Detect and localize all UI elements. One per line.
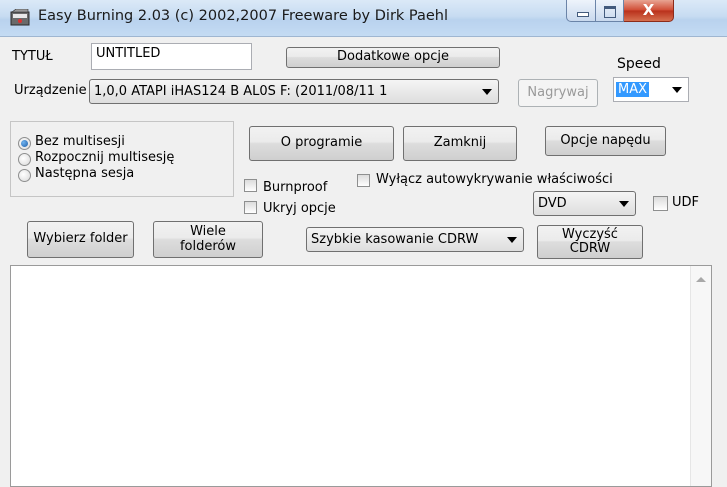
close-window-button[interactable]: X — [624, 0, 674, 22]
udf-label: UDF — [672, 195, 700, 210]
device-label: Urządzenie — [14, 83, 87, 98]
erase-cdrw-button[interactable]: Wyczyść CDRW — [537, 225, 643, 259]
device-selected: 1,0,0 ATAPI iHAS124 B AL0S F: (2011/08/1… — [94, 84, 388, 99]
about-button[interactable]: O programie — [249, 126, 394, 161]
radio-start-multisession-label: Rozpocznij multisesję — [35, 150, 175, 165]
title-label: TYTUŁ — [12, 49, 53, 64]
maximize-button[interactable] — [596, 0, 624, 22]
title-input[interactable]: UNTITLED — [91, 43, 252, 70]
vertical-scrollbar[interactable] — [690, 266, 711, 486]
main-panel: TYTUŁ UNTITLED Dodatkowe opcje Speed Urz… — [0, 37, 727, 487]
udf-checkbox[interactable] — [653, 196, 668, 211]
erase-mode-selected: Szybkie kasowanie CDRW — [311, 232, 479, 247]
radio-start-multisession[interactable] — [18, 153, 31, 166]
minimize-button[interactable] — [566, 0, 596, 22]
close-icon: X — [642, 1, 655, 19]
extra-options-button[interactable]: Dodatkowe opcje — [286, 47, 500, 68]
hide-options-checkbox[interactable] — [244, 201, 257, 214]
burn-button[interactable]: Nagrywaj — [518, 79, 598, 107]
choose-folder-button[interactable]: Wybierz folder — [27, 221, 134, 258]
speed-selected: MAX — [616, 82, 650, 97]
chevron-down-icon — [482, 88, 492, 95]
chevron-down-icon — [507, 236, 517, 243]
burnproof-label: Burnproof — [263, 180, 328, 195]
many-folders-button[interactable]: Wiele folderów — [153, 221, 263, 258]
radio-next-session[interactable] — [18, 169, 31, 182]
radio-no-multisession-label: Bez multisesji — [35, 134, 125, 149]
title-bar[interactable]: Easy Burning 2.03 (c) 2002,2007 Freeware… — [0, 0, 727, 37]
hide-options-label: Ukryj opcje — [263, 201, 336, 216]
media-dropdown[interactable]: DVD — [533, 191, 636, 216]
chevron-down-icon — [672, 86, 682, 93]
radio-no-multisession[interactable] — [18, 137, 31, 150]
scroll-up-icon[interactable] — [696, 277, 706, 282]
disable-autodetect-label: Wyłącz autowykrywanie właściwości — [376, 172, 613, 187]
radio-next-session-label: Następna sesja — [35, 166, 135, 181]
app-icon — [10, 9, 30, 26]
close-app-button[interactable]: Zamknij — [403, 126, 517, 161]
media-selected: DVD — [538, 196, 567, 211]
device-dropdown[interactable]: 1,0,0 ATAPI iHAS124 B AL0S F: (2011/08/1… — [89, 79, 499, 104]
speed-dropdown[interactable]: MAX — [613, 77, 689, 102]
window-title: Easy Burning 2.03 (c) 2002,2007 Freeware… — [38, 8, 449, 24]
speed-label: Speed — [617, 56, 661, 72]
burnproof-checkbox[interactable] — [244, 179, 257, 192]
file-list[interactable] — [10, 265, 712, 487]
drive-options-button[interactable]: Opcje napędu — [545, 126, 666, 156]
erase-mode-dropdown[interactable]: Szybkie kasowanie CDRW — [306, 227, 524, 252]
chevron-down-icon — [619, 200, 629, 207]
disable-autodetect-checkbox[interactable] — [357, 174, 370, 187]
